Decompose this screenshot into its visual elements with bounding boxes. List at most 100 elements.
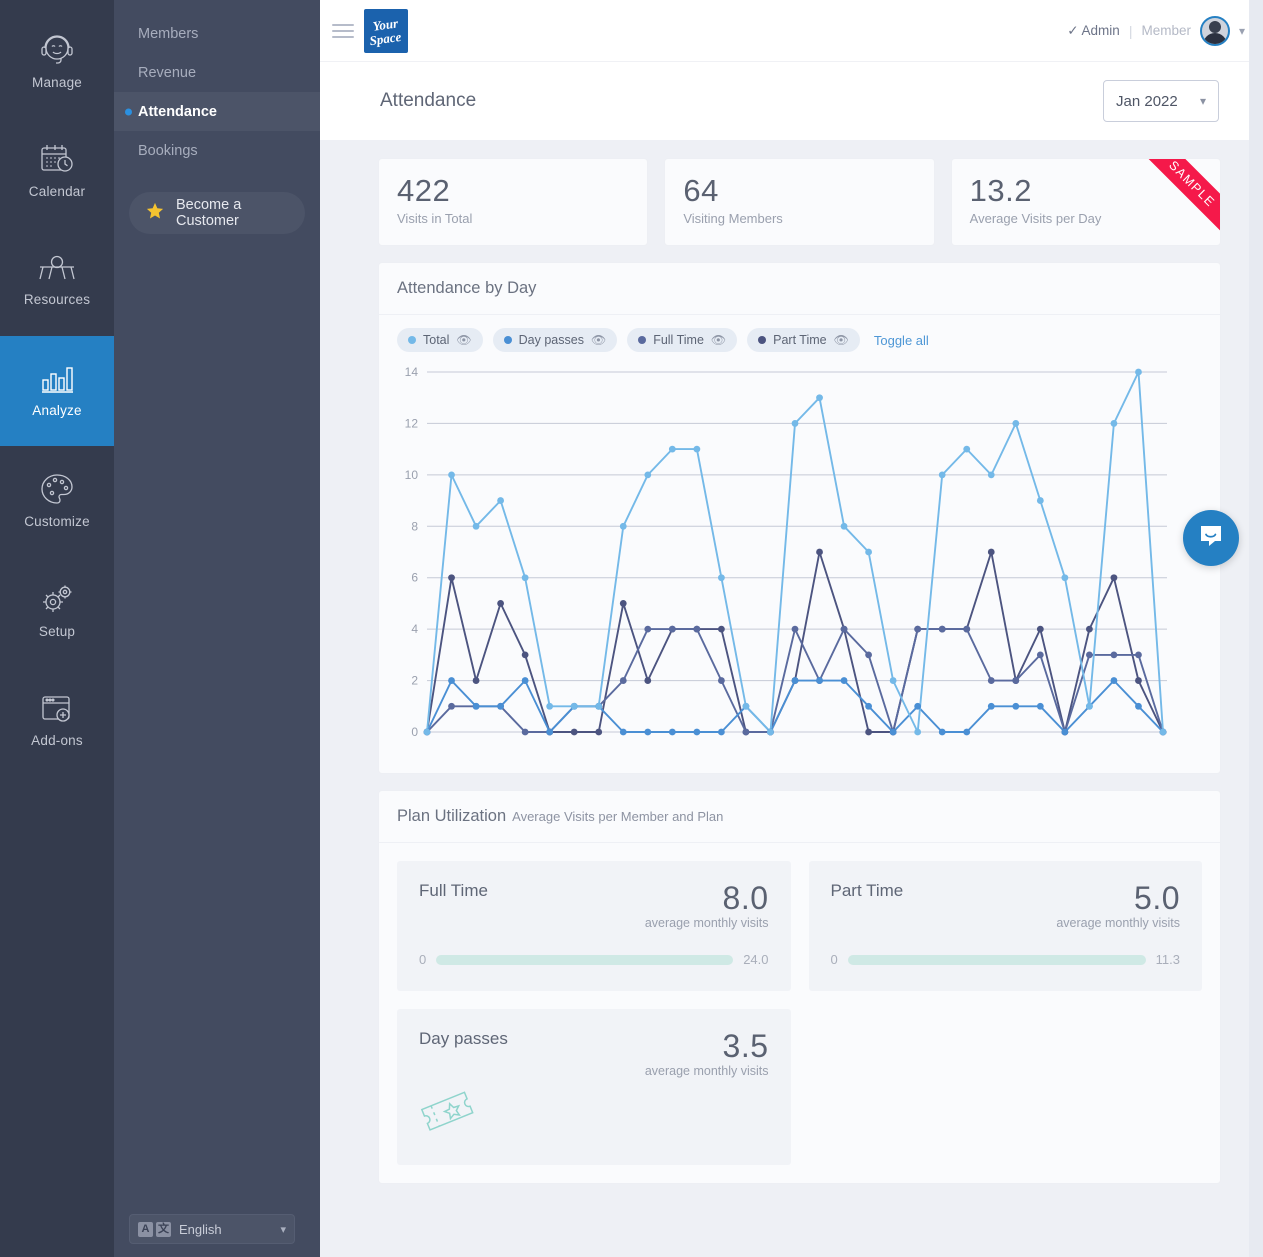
language-selector[interactable]: A文 English ▾	[129, 1214, 295, 1244]
attendance-by-day-card: Attendance by Day Total 👁 Day passes 👁 F…	[378, 262, 1221, 774]
plan-card-part-time: Part Time 5.0 average monthly visits 0 1…	[808, 861, 1202, 991]
kpi-value: 422	[397, 173, 451, 208]
progress-track	[436, 954, 734, 965]
legend-color-dot	[638, 336, 647, 344]
role-member-label: Member	[1141, 23, 1191, 38]
month-selector-value: Jan 2022	[1116, 92, 1178, 110]
eye-icon[interactable]: 👁	[591, 334, 606, 346]
svg-text:14: 14	[405, 365, 419, 379]
rail-item-manage[interactable]: Manage	[0, 6, 114, 116]
rail-item-calendar[interactable]: Calendar	[0, 116, 114, 226]
plan-unit: average monthly visits	[644, 1064, 769, 1078]
legend-color-dot	[503, 336, 512, 344]
plan-max: 24.0	[743, 952, 769, 967]
kpi-visiting-members: 64 Visiting Members	[664, 158, 935, 246]
become-a-customer-button[interactable]: Become a Customer	[129, 192, 305, 234]
eye-icon[interactable]: 👁	[711, 334, 726, 346]
attendance-card-header: Attendance by Day	[379, 263, 1220, 315]
plan-name: Full Time	[419, 881, 488, 900]
svg-text:10: 10	[405, 468, 419, 482]
legend-chip-day-passes[interactable]: Day passes 👁	[492, 328, 618, 352]
legend-label: Part Time	[773, 333, 827, 347]
attendance-line-chart[interactable]: 0 2 4 6 8 10 12 14	[393, 360, 1189, 752]
attendance-card-title: Attendance by Day	[397, 279, 537, 297]
calendar-icon	[40, 143, 74, 175]
kpi-label: Visits in Total	[397, 211, 473, 226]
kpi-value: 64	[683, 173, 719, 208]
toggle-all-link[interactable]: Toggle all	[874, 333, 929, 348]
chevron-down-icon[interactable]: ▾	[1239, 24, 1245, 38]
topbar-right: ✓ Admin | Member ▾	[1067, 15, 1245, 46]
page-title: Attendance	[380, 90, 477, 111]
chevron-down-icon: ▾	[1199, 94, 1206, 108]
kpi-label: Average Visits per Day	[969, 211, 1102, 226]
plan-card-title: Plan Utilization	[397, 807, 507, 825]
plan-grid-empty-cell	[809, 1009, 1203, 1165]
topbar: Your Space ✓ Admin | Member ▾	[320, 0, 1263, 61]
secondary-nav-list: Members Revenue Attendance Bookings	[114, 0, 320, 170]
month-selector[interactable]: Jan 2022 ▾	[1103, 80, 1219, 122]
plan-grid: Full Time 8.0 average monthly visits 0 2…	[379, 843, 1220, 1183]
legend-label: Full Time	[653, 333, 704, 347]
kpi-visits-in-total: 422 Visits in Total	[378, 158, 649, 246]
rail-item-label: Analyze	[32, 403, 82, 418]
check-icon: ✓	[1067, 22, 1079, 38]
role-separator: |	[1128, 22, 1133, 39]
rail-item-label: Setup	[38, 624, 76, 639]
star-icon	[146, 202, 164, 225]
plan-progress: 0 24.0	[419, 952, 769, 967]
legend-chip-full-time[interactable]: Full Time 👁	[627, 328, 738, 352]
avatar[interactable]	[1199, 15, 1230, 46]
plan-progress: 0 11.3	[831, 952, 1181, 967]
eye-icon[interactable]: 👁	[456, 334, 471, 346]
secondary-nav: Members Revenue Attendance Bookings Beco…	[114, 0, 320, 1257]
headset-icon	[39, 32, 75, 66]
eye-icon[interactable]: 👁	[834, 334, 849, 346]
rail-item-setup[interactable]: Setup	[0, 556, 114, 666]
chart-container: 0 2 4 6 8 10 12 14	[379, 356, 1220, 773]
plan-card-day-passes: Day passes 3.5 average monthly visits	[397, 1009, 791, 1165]
progress-track	[847, 954, 1146, 965]
legend-label: Day passes	[518, 333, 584, 347]
rail-item-analyze[interactable]: Analyze	[0, 336, 114, 446]
role-admin[interactable]: ✓ Admin	[1067, 23, 1120, 39]
role-member[interactable]: Member	[1141, 23, 1191, 38]
rail-item-label: Manage	[32, 75, 82, 90]
hamburger-menu-icon[interactable]	[332, 23, 354, 38]
palette-icon	[40, 473, 74, 505]
barchart-icon	[40, 364, 74, 394]
rail-item-label: Calendar	[28, 184, 86, 199]
rail-item-addons[interactable]: Add-ons	[0, 666, 114, 776]
rail-item-customize[interactable]: Customize	[0, 446, 114, 556]
translate-icon: A文	[138, 1221, 171, 1237]
window-plus-icon	[40, 694, 74, 724]
legend-color-dot	[408, 336, 416, 344]
sidebar-item-label: Revenue	[138, 64, 197, 81]
kpi-row: 422 Visits in Total 64 Visiting Members …	[378, 158, 1221, 246]
become-a-customer-label: Become a Customer	[176, 197, 242, 229]
plan-min: 0	[830, 952, 838, 967]
sidebar-item-attendance[interactable]: Attendance	[114, 92, 320, 131]
brand-logo[interactable]: Your Space	[364, 8, 408, 53]
rail-item-resources[interactable]: Resources	[0, 226, 114, 336]
svg-text:2: 2	[411, 674, 418, 688]
plan-value: 8.0	[722, 880, 769, 916]
chat-widget-button[interactable]	[1183, 510, 1239, 566]
sidebar-item-label: Members	[138, 25, 199, 42]
plan-unit: average monthly visits	[1056, 916, 1180, 930]
gears-icon	[39, 583, 75, 615]
legend-chip-total[interactable]: Total 👁	[397, 328, 483, 352]
kpi-label: Visiting Members	[683, 211, 783, 226]
plan-card-subtitle: Average Visits per Member and Plan	[512, 809, 724, 824]
language-value: English	[179, 1221, 222, 1237]
sidebar-item-revenue[interactable]: Revenue	[114, 53, 320, 92]
primary-nav-rail: Manage Calendar Resources Analyze Custom…	[0, 0, 114, 1257]
plan-max: 11.3	[1155, 952, 1180, 967]
app-root: Manage Calendar Resources Analyze Custom…	[0, 0, 1263, 1257]
sidebar-item-members[interactable]: Members	[114, 14, 320, 53]
legend-chip-part-time[interactable]: Part Time 👁	[747, 328, 860, 352]
sidebar-item-bookings[interactable]: Bookings	[114, 131, 320, 170]
legend-label: Total	[423, 333, 450, 347]
svg-text:Space: Space	[369, 28, 403, 47]
content-scroll: 422 Visits in Total 64 Visiting Members …	[320, 140, 1263, 1257]
